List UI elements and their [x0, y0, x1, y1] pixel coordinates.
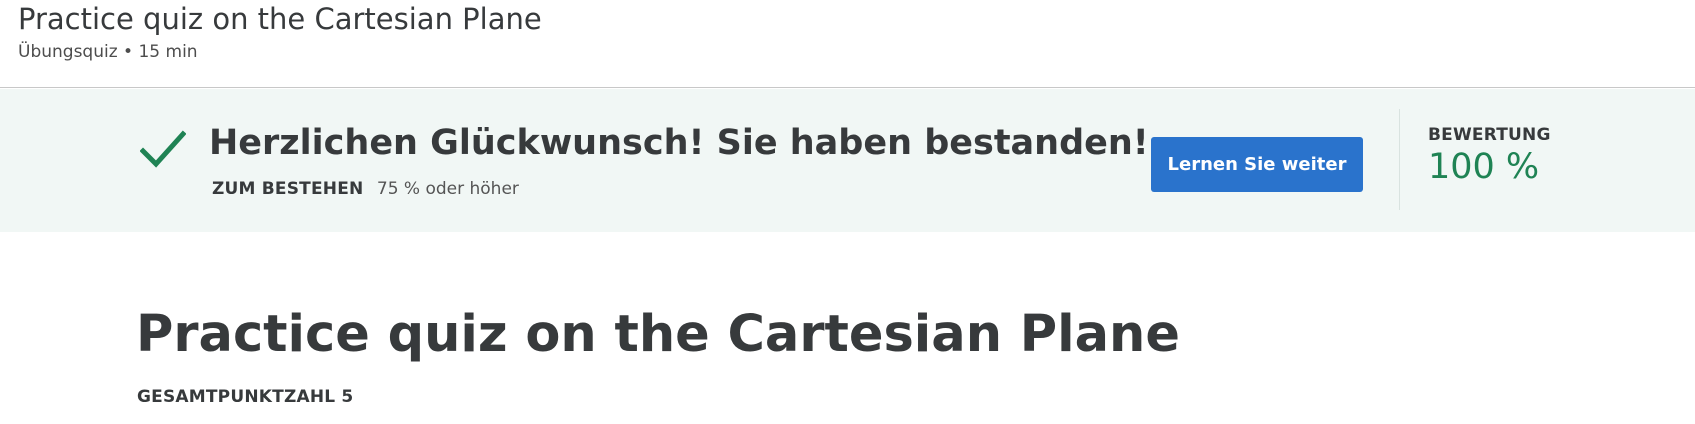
- banner-divider: [1399, 109, 1400, 210]
- page-header: Practice quiz on the Cartesian Plane Übu…: [0, 0, 1695, 88]
- passing-threshold-value: 75 % oder höher: [376, 179, 519, 199]
- header-title: Practice quiz on the Cartesian Plane: [18, 2, 542, 36]
- header-subtitle: Übungsquiz • 15 min: [18, 42, 198, 62]
- grade-value: 100 %: [1428, 147, 1540, 187]
- grade-label: BEWERTUNG: [1428, 125, 1551, 145]
- total-points: GESAMTPUNKTZAHL 5: [137, 387, 354, 407]
- passing-threshold: ZUM BESTEHEN 75 % oder höher: [212, 179, 519, 199]
- pass-headline: Herzlichen Glückwunsch! Sie haben bestan…: [209, 123, 1149, 163]
- quiz-title: Practice quiz on the Cartesian Plane: [136, 305, 1180, 364]
- passing-threshold-label: ZUM BESTEHEN: [212, 179, 364, 199]
- result-banner: Herzlichen Glückwunsch! Sie haben bestan…: [0, 89, 1695, 232]
- continue-learning-button[interactable]: Lernen Sie weiter: [1151, 137, 1363, 192]
- checkmark-icon: [140, 130, 186, 168]
